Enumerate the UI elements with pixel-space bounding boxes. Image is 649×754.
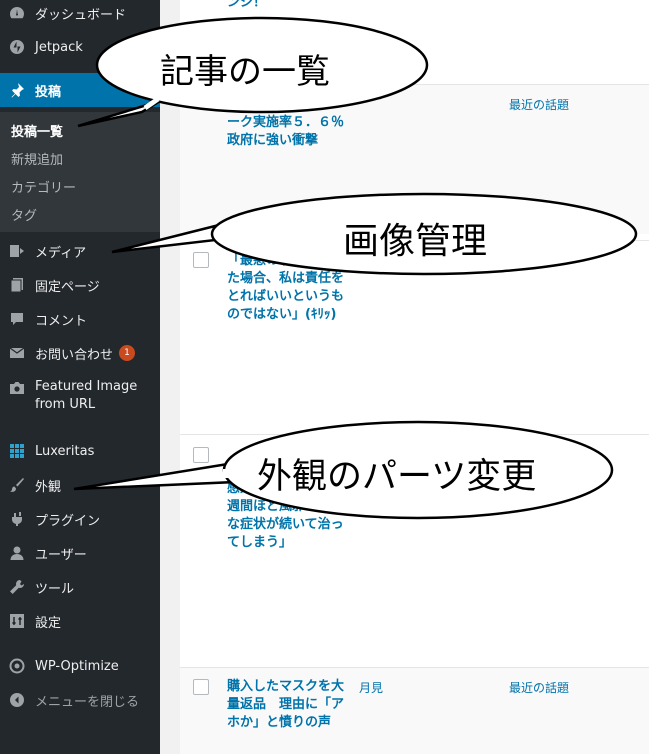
annotation-posts-list: 記事の一覧 [160,52,330,92]
callout-tail [73,461,237,491]
annotation-media: 画像管理 [343,221,488,262]
annotation-callouts [73,16,638,520]
annotation-appearance: 外観のパーツ変更 [257,457,537,497]
